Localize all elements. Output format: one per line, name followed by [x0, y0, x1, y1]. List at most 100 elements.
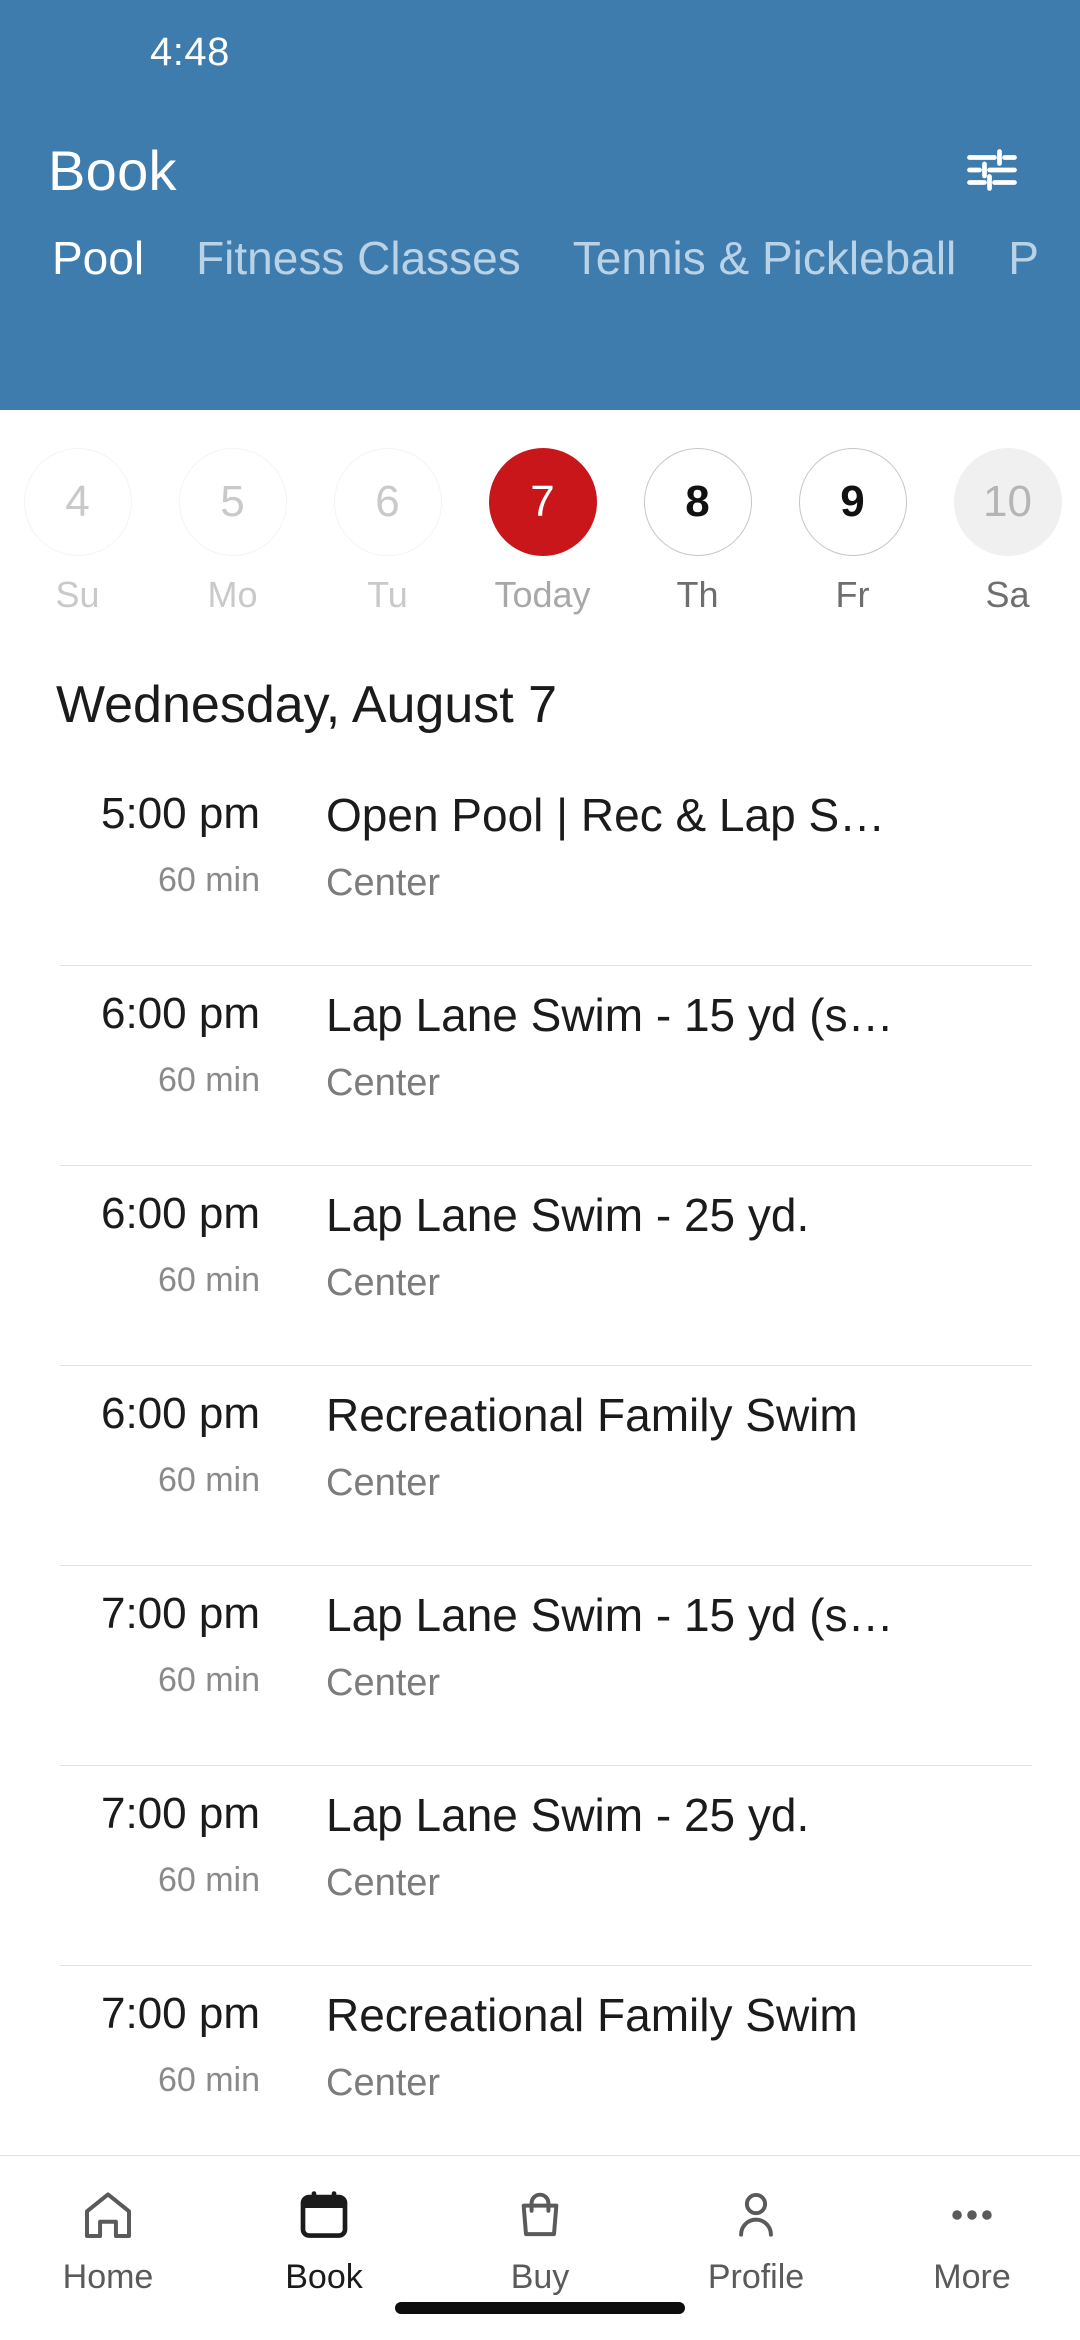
schedule-list: 5:00 pm 60 min Open Pool | Rec & Lap S… … [0, 765, 1080, 2155]
schedule-info-column: Recreational Family Swim Center [290, 1389, 1080, 1505]
schedule-duration: 60 min [157, 2061, 260, 2099]
schedule-location: Center [326, 1461, 441, 1504]
date-number: 10 [953, 448, 1062, 556]
schedule-location: Center [326, 1861, 441, 1904]
schedule-time: 5:00 pm [101, 789, 260, 838]
schedule-info-column: Lap Lane Swim - 25 yd. Center [290, 1189, 1080, 1305]
schedule-time-column: 6:00 pm 60 min [0, 989, 290, 1100]
schedule-title: Lap Lane Swim - 15 yd (s… [326, 1589, 894, 1641]
nav-item-buy[interactable]: Buy [432, 2180, 648, 2297]
nav-item-more[interactable]: More [864, 2180, 1080, 2297]
category-tabs[interactable]: Pool Fitness Classes Tennis & Pickleball… [0, 235, 1080, 345]
schedule-duration: 60 min [157, 1261, 260, 1299]
date-number: 4 [23, 448, 132, 556]
schedule-info-column: Lap Lane Swim - 15 yd (s… Center [290, 1589, 1080, 1705]
date-number: 5 [178, 448, 287, 556]
home-icon [80, 2180, 136, 2250]
schedule-row[interactable]: 7:00 pm 60 min Recreational Family Swim … [0, 1965, 1080, 2155]
schedule-info-column: Recreational Family Swim Center [290, 1989, 1080, 2105]
schedule-duration: 60 min [157, 1461, 260, 1499]
page-title: Book [48, 138, 177, 202]
schedule-duration: 60 min [157, 861, 260, 899]
nav-item-home[interactable]: Home [0, 2180, 216, 2297]
date-cell-5[interactable]: 5 Mo [155, 448, 310, 616]
home-indicator[interactable] [395, 2302, 685, 2314]
schedule-location: Center [326, 2061, 441, 2104]
date-cell-10[interactable]: 10 Sa [930, 448, 1080, 616]
nav-item-profile[interactable]: Profile [648, 2180, 864, 2297]
schedule-time-column: 6:00 pm 60 min [0, 1189, 290, 1300]
date-weekday: Sa [985, 574, 1030, 615]
schedule-location: Center [326, 1661, 441, 1704]
schedule-time-column: 6:00 pm 60 min [0, 1389, 290, 1500]
schedule-duration: 60 min [157, 1861, 260, 1899]
tab-pool[interactable]: Pool [26, 235, 170, 281]
date-number: 7 [488, 448, 597, 556]
status-bar-clock: 4:48 [150, 30, 230, 74]
schedule-info-column: Lap Lane Swim - 15 yd (s… Center [290, 989, 1080, 1105]
bag-icon [512, 2180, 568, 2250]
nav-label: Book [285, 2258, 363, 2296]
schedule-location: Center [326, 861, 441, 904]
person-icon [728, 2180, 784, 2250]
schedule-title: Recreational Family Swim [326, 1989, 858, 2041]
schedule-row[interactable]: 5:00 pm 60 min Open Pool | Rec & Lap S… … [0, 765, 1080, 965]
schedule-row[interactable]: 6:00 pm 60 min Lap Lane Swim - 25 yd. Ce… [0, 1165, 1080, 1365]
date-number: 6 [333, 448, 442, 556]
schedule-info-column: Open Pool | Rec & Lap S… Center [290, 789, 1080, 905]
nav-label: Buy [510, 2258, 570, 2296]
date-number: 8 [643, 448, 752, 556]
date-weekday: Th [676, 574, 719, 615]
schedule-title: Lap Lane Swim - 15 yd (s… [326, 989, 894, 1041]
nav-item-book[interactable]: Book [216, 2180, 432, 2297]
calendar-icon [296, 2180, 352, 2250]
schedule-time: 6:00 pm [101, 1189, 260, 1238]
app-screen: 4:48 Book Pool Fitness Classes Tennis & … [0, 0, 1080, 2340]
nav-label: More [933, 2258, 1011, 2296]
tune-filter-icon[interactable] [956, 134, 1028, 206]
schedule-time: 7:00 pm [101, 1789, 260, 1838]
tab-tennis-pickleball[interactable]: Tennis & Pickleball [547, 235, 983, 281]
date-weekday: Tu [367, 574, 408, 615]
ellipsis-icon [944, 2180, 1000, 2250]
status-bar: 4:48 [0, 0, 1080, 105]
schedule-row[interactable]: 7:00 pm 60 min Lap Lane Swim - 15 yd (s…… [0, 1565, 1080, 1765]
date-weekday: Today [494, 574, 591, 615]
schedule-row[interactable]: 6:00 pm 60 min Lap Lane Swim - 15 yd (s…… [0, 965, 1080, 1165]
date-cell-8[interactable]: 8 Th [620, 448, 775, 616]
schedule-time-column: 7:00 pm 60 min [0, 1989, 290, 2100]
nav-label: Profile [707, 2258, 805, 2296]
schedule-time-column: 7:00 pm 60 min [0, 1589, 290, 1700]
date-strip[interactable]: 4 Su 5 Mo 6 Tu 7 Today 8 Th 9 Fr 10 Sa [0, 410, 1080, 645]
date-cell-7-today[interactable]: 7 Today [465, 448, 620, 616]
day-heading: Wednesday, August 7 [56, 676, 558, 734]
date-cell-9[interactable]: 9 Fr [775, 448, 930, 616]
app-header: 4:48 Book Pool Fitness Classes Tennis & … [0, 0, 1080, 410]
schedule-location: Center [326, 1261, 441, 1304]
schedule-title: Lap Lane Swim - 25 yd. [326, 1189, 810, 1241]
schedule-time-column: 7:00 pm 60 min [0, 1789, 290, 1900]
schedule-location: Center [326, 1061, 441, 1104]
tab-fitness-classes[interactable]: Fitness Classes [170, 235, 547, 281]
schedule-time: 6:00 pm [101, 989, 260, 1038]
title-bar: Book [0, 105, 1080, 235]
schedule-time-column: 5:00 pm 60 min [0, 789, 290, 900]
schedule-duration: 60 min [157, 1661, 260, 1699]
schedule-row[interactable]: 6:00 pm 60 min Recreational Family Swim … [0, 1365, 1080, 1565]
date-weekday: Fr [835, 574, 870, 615]
schedule-row[interactable]: 7:00 pm 60 min Lap Lane Swim - 25 yd. Ce… [0, 1765, 1080, 1965]
tab-partial-next[interactable]: P [982, 235, 1065, 281]
schedule-time: 6:00 pm [101, 1389, 260, 1438]
date-weekday: Su [55, 574, 100, 615]
schedule-title: Open Pool | Rec & Lap S… [326, 789, 886, 841]
date-cell-6[interactable]: 6 Tu [310, 448, 465, 616]
date-cell-4[interactable]: 4 Su [0, 448, 155, 616]
schedule-time: 7:00 pm [101, 1989, 260, 2038]
schedule-title: Lap Lane Swim - 25 yd. [326, 1789, 810, 1841]
nav-label: Home [62, 2258, 154, 2296]
schedule-time: 7:00 pm [101, 1589, 260, 1638]
date-weekday: Mo [207, 574, 258, 615]
schedule-title: Recreational Family Swim [326, 1389, 858, 1441]
schedule-info-column: Lap Lane Swim - 25 yd. Center [290, 1789, 1080, 1905]
date-number: 9 [798, 448, 907, 556]
